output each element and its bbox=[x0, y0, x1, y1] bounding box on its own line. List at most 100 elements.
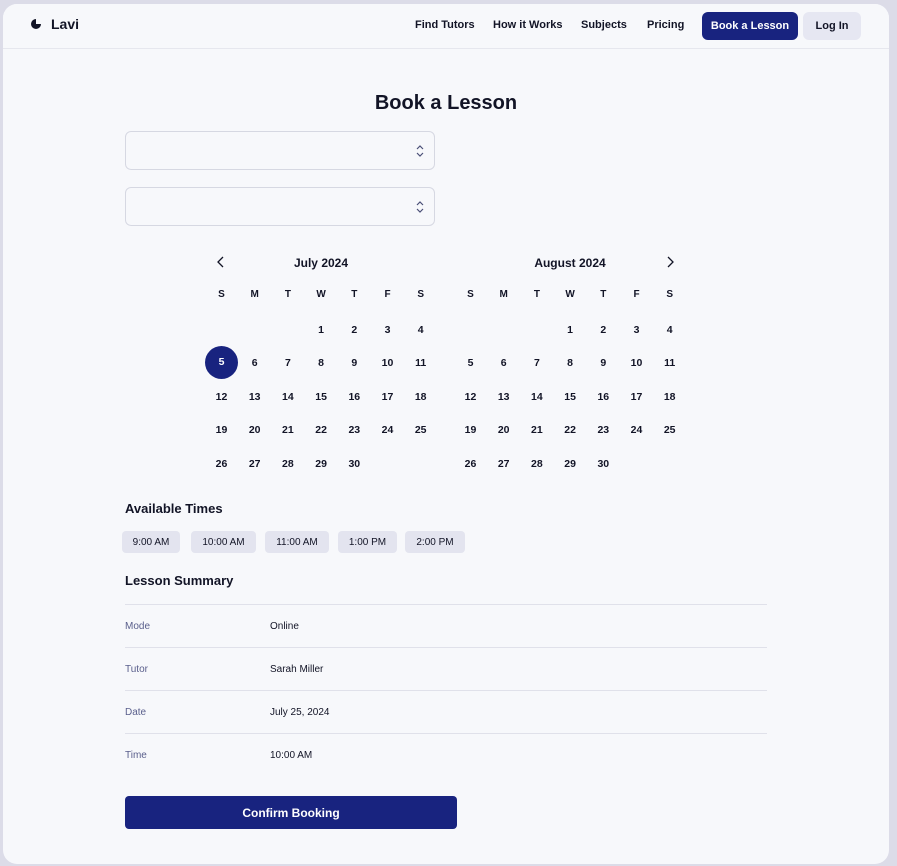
calendar-day[interactable]: 12 bbox=[454, 391, 487, 403]
calendar-day[interactable]: 18 bbox=[653, 391, 686, 403]
calendar-day[interactable]: 1 bbox=[305, 324, 338, 336]
calendar-day[interactable]: 16 bbox=[587, 391, 620, 403]
app-window: Lavi Find Tutors How it Works Subjects P… bbox=[3, 4, 889, 864]
calendar-day[interactable]: 24 bbox=[620, 424, 653, 436]
calendar-day[interactable]: 22 bbox=[554, 424, 587, 436]
calendar-day[interactable]: 25 bbox=[653, 424, 686, 436]
time-slot-button[interactable]: 9:00 AM bbox=[122, 531, 180, 553]
brand-logo[interactable]: Lavi bbox=[30, 16, 79, 32]
calendar-day[interactable]: 23 bbox=[587, 424, 620, 436]
calendar-day[interactable]: 14 bbox=[271, 391, 304, 403]
calendar-day[interactable]: 6 bbox=[238, 357, 271, 369]
calendar-day[interactable]: 1 bbox=[554, 324, 587, 336]
tutor-select[interactable] bbox=[125, 187, 435, 226]
updown-chevron-icon bbox=[416, 145, 424, 157]
nav-pricing[interactable]: Pricing bbox=[647, 19, 684, 31]
weekday-header: M bbox=[499, 289, 508, 300]
nav-subjects[interactable]: Subjects bbox=[581, 19, 627, 31]
calendar-day[interactable]: 20 bbox=[238, 424, 271, 436]
brand-name: Lavi bbox=[51, 16, 80, 32]
calendar-day[interactable]: 15 bbox=[305, 391, 338, 403]
brand-logo-icon bbox=[31, 19, 41, 29]
calendar-day[interactable]: 26 bbox=[205, 458, 238, 470]
month-title-august: August 2024 bbox=[534, 256, 606, 270]
calendar-day[interactable]: 13 bbox=[238, 391, 271, 403]
calendar-day[interactable]: 27 bbox=[238, 458, 271, 470]
book-lesson-nav-button[interactable]: Book a Lesson bbox=[702, 12, 798, 40]
calendar-day[interactable]: 11 bbox=[653, 357, 686, 369]
calendar-day[interactable]: 8 bbox=[305, 357, 338, 369]
calendar-day[interactable]: 30 bbox=[587, 458, 620, 470]
calendar-day[interactable]: 19 bbox=[205, 424, 238, 436]
calendar-day[interactable]: 2 bbox=[587, 324, 620, 336]
calendar-day[interactable]: 22 bbox=[305, 424, 338, 436]
summary-value: Sarah Miller bbox=[270, 664, 324, 675]
summary-value: 10:00 AM bbox=[270, 750, 313, 761]
summary-row-date: Date July 25, 2024 bbox=[125, 690, 767, 733]
weekday-header: S bbox=[666, 289, 674, 300]
calendar-day[interactable]: 28 bbox=[520, 458, 553, 470]
calendar-day[interactable]: 19 bbox=[454, 424, 487, 436]
weekday-header: W bbox=[316, 289, 326, 300]
time-slot-button[interactable]: 2:00 PM bbox=[405, 531, 465, 553]
calendar-day[interactable]: 7 bbox=[520, 357, 553, 369]
calendar-day[interactable]: 10 bbox=[620, 357, 653, 369]
nav-how-it-works[interactable]: How it Works bbox=[493, 19, 562, 31]
calendar-day[interactable]: 27 bbox=[487, 458, 520, 470]
calendar-day[interactable]: 29 bbox=[305, 458, 338, 470]
calendar-day[interactable]: 8 bbox=[554, 357, 587, 369]
calendar-day[interactable]: 6 bbox=[487, 357, 520, 369]
calendar-day[interactable]: 9 bbox=[338, 357, 371, 369]
weekday-header: S bbox=[218, 289, 225, 300]
calendar-day[interactable]: 2 bbox=[338, 324, 371, 336]
weekday-header: S bbox=[417, 289, 425, 300]
calendar-day[interactable]: 29 bbox=[554, 458, 587, 470]
calendar-day[interactable]: 24 bbox=[371, 424, 404, 436]
summary-label: Date bbox=[125, 707, 147, 718]
calendar-day[interactable]: 9 bbox=[587, 357, 620, 369]
calendar-day[interactable]: 13 bbox=[487, 391, 520, 403]
nav-find-tutors[interactable]: Find Tutors bbox=[415, 19, 475, 31]
next-month-chevron-icon[interactable] bbox=[663, 255, 677, 269]
time-slot-button[interactable]: 1:00 PM bbox=[338, 531, 397, 553]
calendar-day[interactable]: 30 bbox=[338, 458, 371, 470]
calendar-day[interactable]: 3 bbox=[371, 324, 404, 336]
calendar-day[interactable]: 20 bbox=[487, 424, 520, 436]
calendar-day[interactable]: 25 bbox=[404, 424, 437, 436]
calendar-day[interactable]: 16 bbox=[338, 391, 371, 403]
confirm-booking-button[interactable]: Confirm Booking bbox=[125, 796, 457, 829]
weekday-header: M bbox=[250, 289, 259, 300]
calendar-day[interactable]: 15 bbox=[554, 391, 587, 403]
calendar-day[interactable]: 4 bbox=[404, 324, 437, 336]
calendar-day[interactable]: 21 bbox=[271, 424, 304, 436]
calendar-day[interactable]: 3 bbox=[620, 324, 653, 336]
weekday-header: S bbox=[467, 289, 474, 300]
calendar-day[interactable]: 11 bbox=[404, 357, 437, 369]
calendar-day[interactable]: 4 bbox=[653, 324, 686, 336]
subject-select[interactable] bbox=[125, 131, 435, 170]
calendar-day-selected[interactable]: 5 bbox=[205, 346, 238, 380]
calendar-day[interactable]: 17 bbox=[371, 391, 404, 403]
calendar-day[interactable]: 14 bbox=[520, 391, 553, 403]
calendar-day[interactable]: 7 bbox=[271, 357, 304, 369]
calendar-day[interactable]: 17 bbox=[620, 391, 653, 403]
calendar-day[interactable]: 28 bbox=[271, 458, 304, 470]
prev-month-chevron-icon[interactable] bbox=[214, 255, 228, 269]
calendar-day[interactable]: 18 bbox=[404, 391, 437, 403]
calendar-day[interactable]: 10 bbox=[371, 357, 404, 369]
weekday-header: T bbox=[533, 289, 540, 300]
calendar-day[interactable]: 12 bbox=[205, 391, 238, 403]
login-button[interactable]: Log In bbox=[803, 12, 861, 40]
calendar-day[interactable]: 26 bbox=[454, 458, 487, 470]
updown-chevron-icon bbox=[416, 201, 424, 213]
time-slot-button[interactable]: 10:00 AM bbox=[191, 531, 256, 553]
calendar-day[interactable]: 21 bbox=[520, 424, 553, 436]
calendar-day[interactable]: 23 bbox=[338, 424, 371, 436]
page-title: Book a Lesson bbox=[374, 92, 518, 114]
summary-row-tutor: Tutor Sarah Miller bbox=[125, 647, 767, 690]
summary-label: Mode bbox=[125, 621, 151, 632]
calendar-day[interactable]: 5 bbox=[454, 357, 487, 369]
weekday-header: T bbox=[351, 289, 358, 300]
time-slot-button[interactable]: 11:00 AM bbox=[265, 531, 329, 553]
weekday-header: F bbox=[384, 289, 391, 300]
